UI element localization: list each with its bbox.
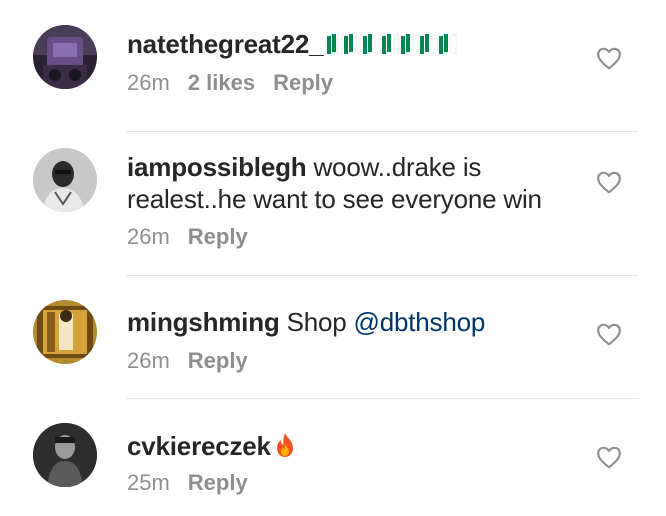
comment-text: cvkiereczek [127, 430, 557, 465]
avatar-image [33, 148, 97, 212]
reply-button[interactable]: Reply [188, 470, 248, 495]
comment-body: Shop [286, 307, 354, 337]
reply-button[interactable]: Reply [188, 348, 248, 373]
like-heart-icon[interactable] [596, 46, 622, 70]
like-heart-icon[interactable] [596, 170, 622, 194]
comment-username[interactable]: iampossiblegh [127, 152, 307, 182]
comment-time: 25m [127, 470, 170, 495]
comment-time: 26m [127, 70, 170, 95]
avatar-image [33, 25, 97, 89]
nigeria-flag-emoji [325, 31, 463, 63]
reply-button[interactable]: Reply [273, 70, 333, 95]
comment-item: cvkiereczek 25m Reply [0, 399, 666, 516]
like-heart-icon[interactable] [596, 322, 622, 346]
like-heart-icon[interactable] [596, 445, 622, 469]
comment-meta: 26m Reply [127, 224, 266, 250]
comment-username[interactable]: cvkiereczek [127, 431, 271, 461]
avatar[interactable] [33, 423, 97, 487]
comment-username[interactable]: natethegreat22_ [127, 29, 324, 59]
comment-item: iampossiblegh woow..drake is realest..he… [0, 132, 666, 275]
mention-link[interactable]: @dbthshop [354, 307, 486, 337]
comment-text: mingshming Shop @dbthshop [127, 306, 557, 338]
comment-item: natethegreat22_ 26m 2 likes Reply [0, 0, 666, 132]
avatar-image [33, 300, 97, 364]
comment-text: iampossiblegh woow..drake is realest..he… [127, 151, 557, 215]
avatar[interactable] [33, 25, 97, 89]
reply-button[interactable]: Reply [188, 224, 248, 249]
comment-meta: 26m 2 likes Reply [127, 70, 351, 96]
comment-meta: 25m Reply [127, 470, 266, 496]
avatar[interactable] [33, 300, 97, 364]
fire-emoji [275, 432, 295, 465]
comment-time: 26m [127, 348, 170, 373]
avatar-image [33, 423, 97, 487]
comment-item: mingshming Shop @dbthshop 26m Reply [0, 276, 666, 398]
comment-time: 26m [127, 224, 170, 249]
likes-count[interactable]: 2 likes [188, 70, 255, 95]
comment-username[interactable]: mingshming [127, 307, 280, 337]
comment-text: natethegreat22_ [127, 28, 557, 63]
avatar[interactable] [33, 148, 97, 212]
comment-meta: 26m Reply [127, 348, 266, 374]
